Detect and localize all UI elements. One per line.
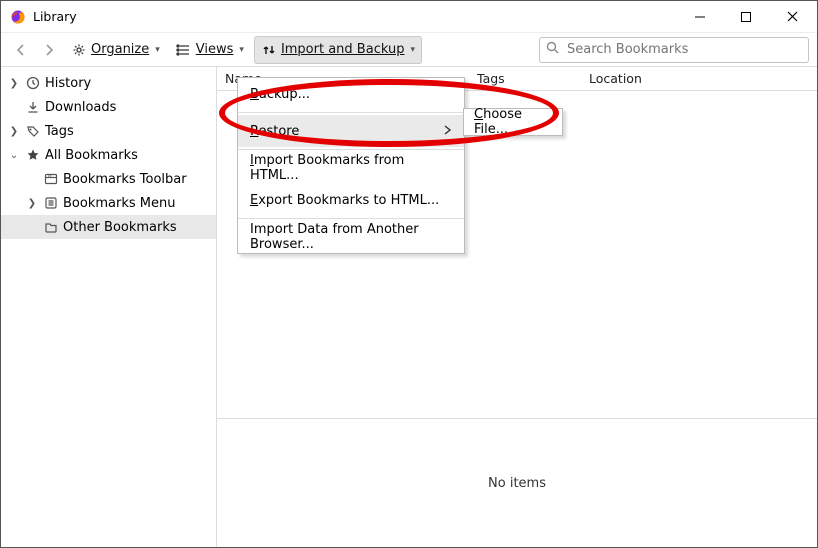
- menu-label: Import Data from Another Browser...: [250, 222, 452, 252]
- no-items-label: No items: [217, 419, 817, 547]
- expand-icon[interactable]: ❯: [25, 198, 39, 209]
- library-window: Library Organize ▾: [0, 0, 818, 548]
- close-button[interactable]: [769, 2, 815, 32]
- minimize-button[interactable]: [677, 2, 723, 32]
- tree-item-tags[interactable]: ❯ Tags: [1, 119, 216, 143]
- tree-label: Other Bookmarks: [63, 220, 177, 235]
- tree-item-bookmarks-menu[interactable]: ❯ Bookmarks Menu: [1, 191, 216, 215]
- chevron-down-icon: ▾: [239, 45, 244, 55]
- menu-item-restore[interactable]: Restore: [238, 115, 464, 147]
- import-backup-label: Import and Backup: [281, 42, 405, 57]
- views-menu-button[interactable]: Views ▾: [170, 36, 250, 64]
- star-icon: [25, 147, 41, 163]
- tree-label: All Bookmarks: [45, 148, 138, 163]
- menu-label: Import Bookmarks from HTML...: [250, 153, 452, 183]
- tree-item-downloads[interactable]: Downloads: [1, 95, 216, 119]
- chevron-right-icon: [444, 124, 452, 139]
- window-controls: [677, 2, 815, 32]
- import-backup-menu: Backup... Restore Import Bookmarks from …: [237, 77, 465, 254]
- download-icon: [25, 99, 41, 115]
- chevron-down-icon: ▾: [155, 45, 160, 55]
- menu-separator: [238, 218, 464, 219]
- organize-label: Organize: [91, 42, 149, 57]
- column-header-location[interactable]: Location: [581, 71, 817, 86]
- menu-item-backup[interactable]: Backup...: [238, 78, 464, 110]
- tag-icon: [25, 123, 41, 139]
- search-icon: [546, 41, 559, 58]
- views-label: Views: [196, 42, 234, 57]
- expand-icon[interactable]: ❯: [7, 126, 21, 137]
- menu-item-choose-file[interactable]: Choose File...: [474, 107, 552, 137]
- sidebar-tree: ❯ History Downloads ❯ Tags: [1, 67, 217, 547]
- titlebar: Library: [1, 1, 817, 33]
- list-icon: [176, 42, 192, 58]
- search-bookmarks-field[interactable]: [539, 37, 809, 63]
- menu-item-import-html[interactable]: Import Bookmarks from HTML...: [238, 152, 464, 184]
- tree-item-bookmarks-toolbar[interactable]: Bookmarks Toolbar: [1, 167, 216, 191]
- tree-item-all-bookmarks[interactable]: ⌄ All Bookmarks: [1, 143, 216, 167]
- tree-label: History: [45, 76, 91, 91]
- menu-label: Backup...: [250, 87, 310, 102]
- menu-label: Restore: [250, 124, 299, 139]
- import-backup-menu-button[interactable]: Import and Backup ▾: [254, 36, 422, 64]
- maximize-button[interactable]: [723, 2, 769, 32]
- chevron-down-icon: ▾: [410, 45, 415, 55]
- tree-label: Tags: [45, 124, 74, 139]
- menu-icon: [43, 195, 59, 211]
- collapse-icon[interactable]: ⌄: [7, 150, 21, 161]
- expand-icon[interactable]: ❯: [7, 78, 21, 89]
- clock-icon: [25, 75, 41, 91]
- tree-item-other-bookmarks[interactable]: Other Bookmarks: [1, 215, 216, 239]
- menu-label: Export Bookmarks to HTML...: [250, 193, 439, 208]
- toolbar: Organize ▾ Views ▾ Import and Backup ▾: [1, 33, 817, 67]
- organize-menu-button[interactable]: Organize ▾: [65, 36, 166, 64]
- back-button[interactable]: [9, 38, 33, 62]
- forward-button[interactable]: [37, 38, 61, 62]
- tree-label: Bookmarks Menu: [63, 196, 175, 211]
- tree-label: Downloads: [45, 100, 116, 115]
- firefox-icon: [9, 8, 27, 26]
- restore-submenu: Choose File...: [463, 108, 563, 136]
- menu-separator: [238, 149, 464, 150]
- menu-item-import-browser[interactable]: Import Data from Another Browser...: [238, 221, 464, 253]
- tree-item-history[interactable]: ❯ History: [1, 71, 216, 95]
- column-header-tags[interactable]: Tags: [469, 71, 581, 86]
- gear-icon: [71, 42, 87, 58]
- import-export-icon: [261, 42, 277, 58]
- menu-separator: [238, 112, 464, 113]
- menu-item-export-html[interactable]: Export Bookmarks to HTML...: [238, 184, 464, 216]
- tree-label: Bookmarks Toolbar: [63, 172, 187, 187]
- toolbar-icon: [43, 171, 59, 187]
- window-title: Library: [33, 9, 677, 24]
- folder-icon: [43, 219, 59, 235]
- search-input[interactable]: [565, 41, 802, 58]
